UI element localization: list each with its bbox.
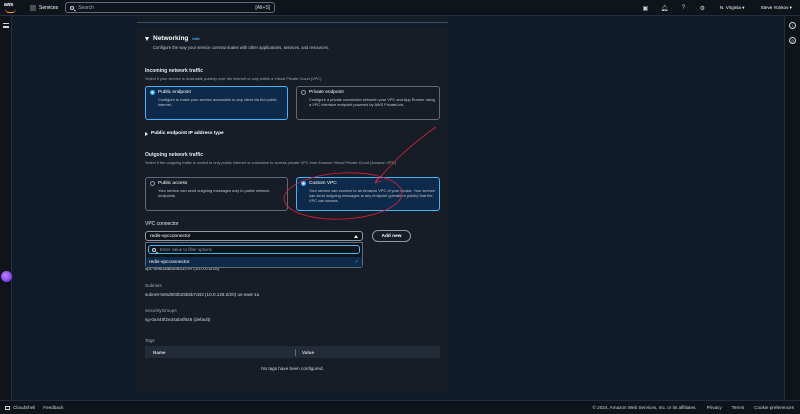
public-endpoint-tile[interactable]: Public endpoint Configure to make your s…	[145, 86, 288, 120]
assistant-icon[interactable]	[1, 271, 12, 282]
expander-label: Public endpoint IP address type	[151, 131, 224, 136]
outgoing-label: Outgoing network traffic	[145, 152, 204, 158]
tags-empty-text: No tags have been configured.	[261, 366, 324, 371]
section-description: Configure the way your service communica…	[153, 45, 329, 50]
region-selector[interactable]: N. Virginia ▾	[712, 5, 753, 11]
services-menu-button[interactable]: Services	[30, 4, 59, 11]
radio-custom-vpc[interactable]	[301, 181, 306, 186]
incoming-label: Incoming network traffic	[145, 68, 204, 74]
vpc-value: vpc-0e6d3a93fab1b7ef (10.0.0.0/16)	[145, 268, 220, 271]
services-label: Services	[39, 4, 59, 11]
tile-title: Private endpoint	[309, 90, 344, 95]
gear-icon[interactable]: ⚙	[693, 5, 712, 12]
subnets-label: Subnets	[145, 283, 162, 288]
grid-icon	[30, 4, 36, 11]
cookie-preferences-link[interactable]: Cookie preferences	[754, 405, 794, 410]
subnets-value: subnet-0e5d903b25b6b7d43 (10.0.128.0/20)…	[145, 292, 260, 297]
add-new-button[interactable]: Add new	[372, 230, 411, 242]
tile-desc: Your service can connect to an Amazon VP…	[309, 188, 435, 203]
cloudshell-label: CloudShell	[13, 405, 36, 410]
section-title: Networking	[153, 35, 189, 42]
cloudshell-icon[interactable]: ▣	[636, 5, 655, 12]
column-value: Value	[302, 349, 315, 355]
nav-right: ▣ 🔔︎ ? ⚙ N. Virginia ▾ Steve Yonkov ▾	[636, 0, 800, 16]
terms-link[interactable]: Terms	[732, 405, 745, 410]
radio-public-access[interactable]	[150, 181, 155, 186]
tile-title: Public access	[158, 181, 188, 186]
previous-section	[137, 16, 448, 23]
help-icon[interactable]: ?	[674, 5, 693, 11]
right-rail: i ◷	[784, 16, 800, 400]
user-menu[interactable]: Steve Yonkov ▾	[753, 5, 800, 11]
privacy-link[interactable]: Privacy	[707, 405, 722, 410]
private-endpoint-tile[interactable]: Private endpoint Configure a private con…	[296, 86, 440, 120]
incoming-help: Select if your service is reachable publ…	[145, 76, 322, 81]
search-input[interactable]: Search [Alt+S]	[65, 2, 276, 13]
clock-icon[interactable]: ◷	[789, 37, 796, 44]
radio-public-endpoint[interactable]	[150, 90, 155, 95]
search-icon	[70, 5, 75, 10]
dropdown-option[interactable]: redis-vpcconnector ✓	[146, 257, 362, 267]
public-access-tile[interactable]: Public access Your service can send outg…	[145, 177, 288, 211]
footer-right: © 2024, Amazon Web Services, Inc. or its…	[593, 405, 800, 410]
option-label: redis-vpcconnector	[149, 259, 190, 265]
tile-title: Custom VPC	[309, 181, 337, 186]
cloudshell-button[interactable]: CloudShell	[5, 405, 35, 410]
expand-icon	[145, 131, 148, 136]
security-groups-value: sg-0a445f2e34ab4f646 (default)	[145, 317, 211, 322]
menu-icon[interactable]	[3, 23, 9, 28]
tile-desc: Configure a private connection between y…	[309, 97, 435, 107]
footer: CloudShell Feedback © 2024, Amazon Web S…	[0, 400, 800, 414]
search-icon	[152, 247, 156, 252]
filter-input[interactable]: Enter value to filter options	[148, 245, 360, 254]
column-separator	[295, 348, 296, 356]
vpc-connector-label: VPC connector	[145, 221, 179, 227]
networking-header[interactable]: Networking Info	[145, 35, 200, 42]
copyright-text: © 2024, Amazon Web Services, Inc. or its…	[592, 405, 697, 410]
left-rail	[0, 16, 12, 400]
tags-label: Tags	[145, 338, 155, 343]
collapse-icon	[145, 36, 149, 41]
check-icon: ✓	[354, 259, 359, 265]
search-placeholder: Search	[78, 4, 95, 11]
ip-address-type-expander[interactable]: Public endpoint IP address type	[145, 131, 224, 136]
caret-up-icon	[354, 234, 358, 238]
logo-smile	[5, 9, 16, 13]
search-shortcut: [Alt+S]	[255, 4, 271, 11]
info-panel-icon[interactable]: i	[789, 22, 796, 29]
vpc-connector-select[interactable]: redis-vpcconnector	[145, 231, 363, 241]
aws-logo[interactable]: aws	[4, 2, 18, 14]
bell-icon[interactable]: 🔔︎	[655, 5, 674, 12]
info-link[interactable]: Info	[192, 36, 199, 41]
feedback-link[interactable]: Feedback	[43, 405, 63, 410]
custom-vpc-tile[interactable]: Custom VPC Your service can connect to a…	[296, 177, 440, 211]
top-navigation: aws Services Search [Alt+S] ▣ 🔔︎ ? ⚙ N. …	[0, 0, 800, 16]
tile-desc: Your service can send outgoing messages …	[158, 188, 270, 198]
outgoing-help: Select if the outgoing traffic is routed…	[145, 160, 396, 165]
radio-private-endpoint[interactable]	[301, 90, 306, 95]
filter-placeholder: Enter value to filter options	[160, 247, 212, 252]
tags-table-header: Name Value	[145, 346, 440, 358]
column-name: Name	[153, 349, 166, 355]
tile-desc: Configure to make your service accessibl…	[158, 97, 277, 107]
terminal-icon	[5, 405, 10, 410]
vpc-connector-dropdown: Enter value to filter options redis-vpcc…	[145, 242, 363, 268]
select-value: redis-vpcconnector	[150, 233, 191, 239]
tile-title: Public endpoint	[158, 90, 191, 95]
security-groups-label: SecurityGroups	[145, 308, 177, 313]
logo-text: aws	[4, 1, 14, 8]
